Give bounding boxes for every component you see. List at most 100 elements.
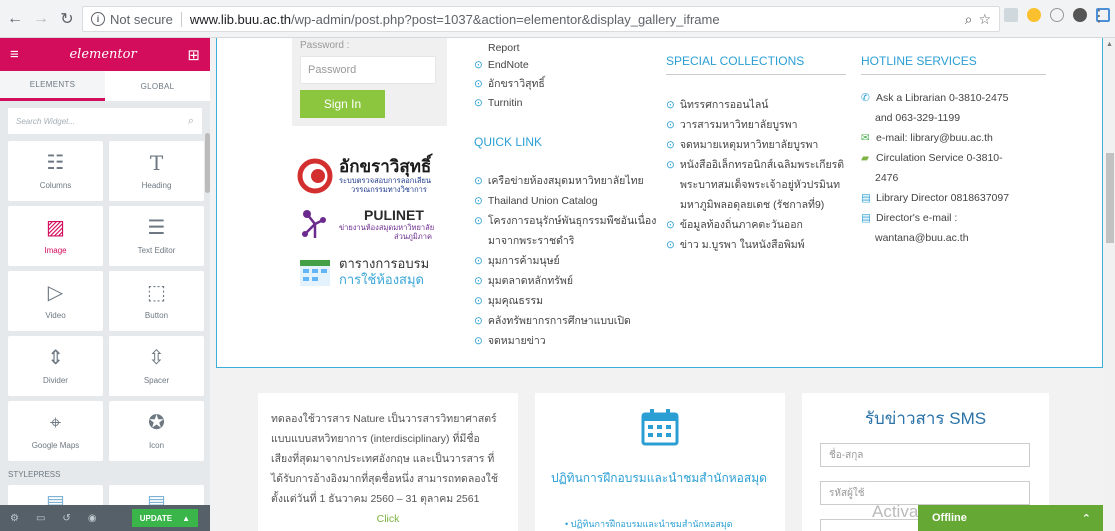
address-bar[interactable]: i Not secure www.lib.buu.ac.th/wp-admin/…	[82, 6, 1000, 32]
quick-link-item[interactable]: ⊙ มุมตลาดหลักทรัพย์	[474, 271, 669, 291]
card-text-line: ทดลองใช้วารสาร Nature เป็นวารสารวิทยาศาส…	[271, 413, 497, 425]
hotline-item[interactable]: ✉ e-mail: library@buu.ac.th	[861, 128, 1046, 148]
training-calendar-link[interactable]: • ปฏิทินการฝึกอบรมและนำชมสำนักหอสมุด	[565, 517, 733, 531]
history-icon[interactable]: ↺	[62, 513, 70, 524]
scrollbar-thumb[interactable]	[1106, 153, 1114, 243]
special-item[interactable]: ⊙ นิทรรศการออนไลน์	[666, 95, 846, 115]
quick-link-item[interactable]: ⊙ มุมการค้ามนุษย์	[474, 251, 669, 271]
widget-button[interactable]: ⬚ Button	[109, 271, 204, 331]
training-calendar-title[interactable]: ปฏิทินการฝึกอบรมและนำชมสำนักหอสมุด	[551, 471, 771, 486]
special-label: วารสารมหาวิทยาลัยบูรพา	[679, 119, 798, 131]
browser-menu-icon[interactable]: ⋮	[1091, 9, 1107, 25]
special-collections-column: SPECIAL COLLECTIONS ⊙ นิทรรศการออนไลน์ ⊙ ว…	[666, 54, 846, 255]
circle-arrow-icon: ⊙	[474, 195, 483, 207]
quick-link-item[interactable]: ⊙ Thailand Union Catalog	[474, 191, 669, 211]
widget-google-maps[interactable]: ⌖ Google Maps	[8, 401, 103, 461]
circle-arrow-icon: ⊙	[474, 215, 483, 227]
pulinet-subtitle: ส่วนภูมิภาค	[394, 232, 432, 241]
search-widget-input[interactable]: Search Widget... ⌕	[8, 108, 202, 134]
tab-elements[interactable]: ELEMENTS	[0, 71, 105, 101]
hamburger-menu-icon[interactable]: ≡	[10, 46, 19, 63]
special-item[interactable]: ⊙ หนังสืออิเล็กทรอนิกส์เฉลิมพระเกียรติ	[666, 155, 846, 175]
special-label: จดหมายเหตุมหาวิทยาลัยบูรพา	[679, 139, 819, 151]
phone-icon: ✆	[861, 92, 870, 104]
preview-eye-icon[interactable]: ◉	[88, 513, 97, 524]
pulinet-logo[interactable]: PULINET ข่ายงานห้องสมุดมหาวิทยาลัย ส่วนภ…	[297, 206, 477, 242]
sign-in-button[interactable]: Sign In	[300, 90, 385, 118]
bookmark-star-icon[interactable]: ☆	[978, 11, 991, 28]
quick-link-item[interactable]: ⊙ มุมคุณธรรม	[474, 291, 669, 311]
map-icon: ⌖	[49, 411, 62, 434]
card-text-line: ตั้งแต่วันที่ 1 ธันวาคม 2560 – 31 ตุลาคม…	[271, 493, 480, 505]
special-item[interactable]: ⊙ ข้อมูลท้องถิ่นภาคตะวันออก	[666, 215, 846, 235]
hotline-item[interactable]: ▤ Library Director 0818637097	[861, 188, 1046, 208]
settings-icon[interactable]: ⚙	[10, 513, 19, 524]
circle-arrow-icon: ⊙	[474, 59, 483, 71]
password-field[interactable]: Password	[300, 56, 436, 84]
service-report[interactable]: Report	[474, 40, 654, 56]
aksara-logo[interactable]: อักขราวิสุทธิ์ ระบบตรวจสอบการลอกเลียน วร…	[297, 158, 477, 194]
service-item[interactable]: ⊙ EndNote	[474, 56, 654, 75]
password-label: Password :	[300, 40, 350, 51]
image-icon: ▨	[46, 216, 65, 239]
service-label: EndNote	[487, 59, 529, 71]
widget-columns[interactable]: ☷ Columns	[8, 141, 103, 201]
hotline-item[interactable]: ▰ Circulation Service 0-3810-	[861, 148, 1046, 168]
panel-tabs: ELEMENTS GLOBAL	[0, 71, 210, 101]
circle-arrow-icon: ⊙	[474, 97, 483, 109]
scroll-up-icon[interactable]: ▲	[1106, 41, 1113, 48]
update-button[interactable]: UPDATE ▲	[131, 509, 198, 527]
widget-label: Icon	[148, 440, 165, 450]
hotline-item[interactable]: ▤ Director's e-mail :	[861, 208, 1046, 228]
click-link[interactable]: Click	[271, 509, 505, 529]
extension-icon[interactable]	[1027, 8, 1041, 22]
id-card-icon: ▤	[861, 192, 871, 204]
special-continuation[interactable]: พระบาทสมเด็จพระเจ้าอยู่หัวปรมินท	[666, 175, 846, 195]
zoom-icon[interactable]: ⌕	[965, 11, 973, 28]
widget-image[interactable]: ▨ Image	[8, 206, 103, 266]
circle-arrow-icon: ⊙	[474, 335, 483, 347]
widget-text-editor[interactable]: ☰ Text Editor	[109, 206, 204, 266]
widget-divider[interactable]: ⇕ Divider	[8, 336, 103, 396]
hotline-continuation: wantana@buu.ac.th	[875, 232, 969, 244]
training-schedule-logo[interactable]: ตารางการอบรม การใช้ห้องสมุด	[297, 254, 477, 290]
navigator-icon[interactable]: ▭	[36, 513, 45, 524]
special-continuation[interactable]: มหาภูมิพลอดุลยเดช (รัชกาลที่9)	[666, 195, 846, 215]
widget-heading[interactable]: T Heading	[109, 141, 204, 201]
widget-label: Google Maps	[31, 440, 80, 450]
extension-icon[interactable]	[1004, 8, 1018, 22]
special-item[interactable]: ⊙ จดหมายเหตุมหาวิทยาลัยบูรพา	[666, 135, 846, 155]
special-item[interactable]: ⊙ วารสารมหาวิทยาลัยบูรพา	[666, 115, 846, 135]
widget-video[interactable]: ▷ Video	[8, 271, 103, 331]
elementor-logo: elementor	[69, 47, 137, 62]
widget-spacer[interactable]: ⇳ Spacer	[109, 336, 204, 396]
widget-icon[interactable]: ✪ Icon	[109, 401, 204, 461]
name-field[interactable]: ชื่อ-สกุล	[820, 443, 1030, 467]
quick-link-item[interactable]: ⊙ คลังทรัพยากรการศึกษาแบบเปิด	[474, 311, 669, 331]
back-icon[interactable]: ←	[4, 8, 26, 30]
widget-label: Columns	[39, 180, 72, 190]
quick-link-item[interactable]: ⊙ โครงการอนุรักษ์พันธุกรรมพืชอันเนื่อง	[474, 211, 669, 231]
special-item[interactable]: ⊙ ข่าว ม.บูรพา ในหนังสือพิมพ์	[666, 235, 846, 255]
service-item[interactable]: ⊙ Turnitin	[474, 94, 654, 113]
circle-arrow-icon: ⊙	[474, 275, 483, 287]
quick-link-continuation[interactable]: มาจากพระราชดำริ	[474, 231, 669, 251]
extension-icon[interactable]	[1050, 8, 1064, 22]
chat-widget[interactable]: Offline ⌃	[918, 505, 1103, 531]
tab-global[interactable]: GLOBAL	[105, 71, 210, 101]
nature-trial-card: ทดลองใช้วารสาร Nature เป็นวารสารวิทยาศาส…	[258, 393, 518, 531]
forward-icon[interactable]: →	[30, 8, 52, 30]
service-item[interactable]: ⊙ อักขราวิสุทธิ์	[474, 75, 654, 94]
extension-icon[interactable]	[1073, 8, 1087, 22]
chevron-up-icon[interactable]: ⌃	[1082, 512, 1091, 525]
quick-link-item[interactable]: ⊙ เครือข่ายห้องสมุดมหาวิทยาลัยไทย	[474, 171, 669, 191]
reload-icon[interactable]: ↻	[56, 8, 78, 30]
grid-icon[interactable]: ⊞	[187, 46, 200, 64]
caret-up-icon[interactable]: ▲	[182, 514, 190, 523]
info-icon[interactable]: i	[91, 12, 105, 26]
circle-arrow-icon: ⊙	[474, 175, 483, 187]
hotline-item[interactable]: ✆ Ask a Librarian 0-3810-2475	[861, 88, 1046, 108]
page-scrollbar[interactable]: ▲	[1105, 38, 1115, 531]
quick-link-item[interactable]: ⊙ จดหมายข่าว	[474, 331, 669, 351]
quick-link-label: มุมตลาดหลักทรัพย์	[487, 275, 573, 287]
